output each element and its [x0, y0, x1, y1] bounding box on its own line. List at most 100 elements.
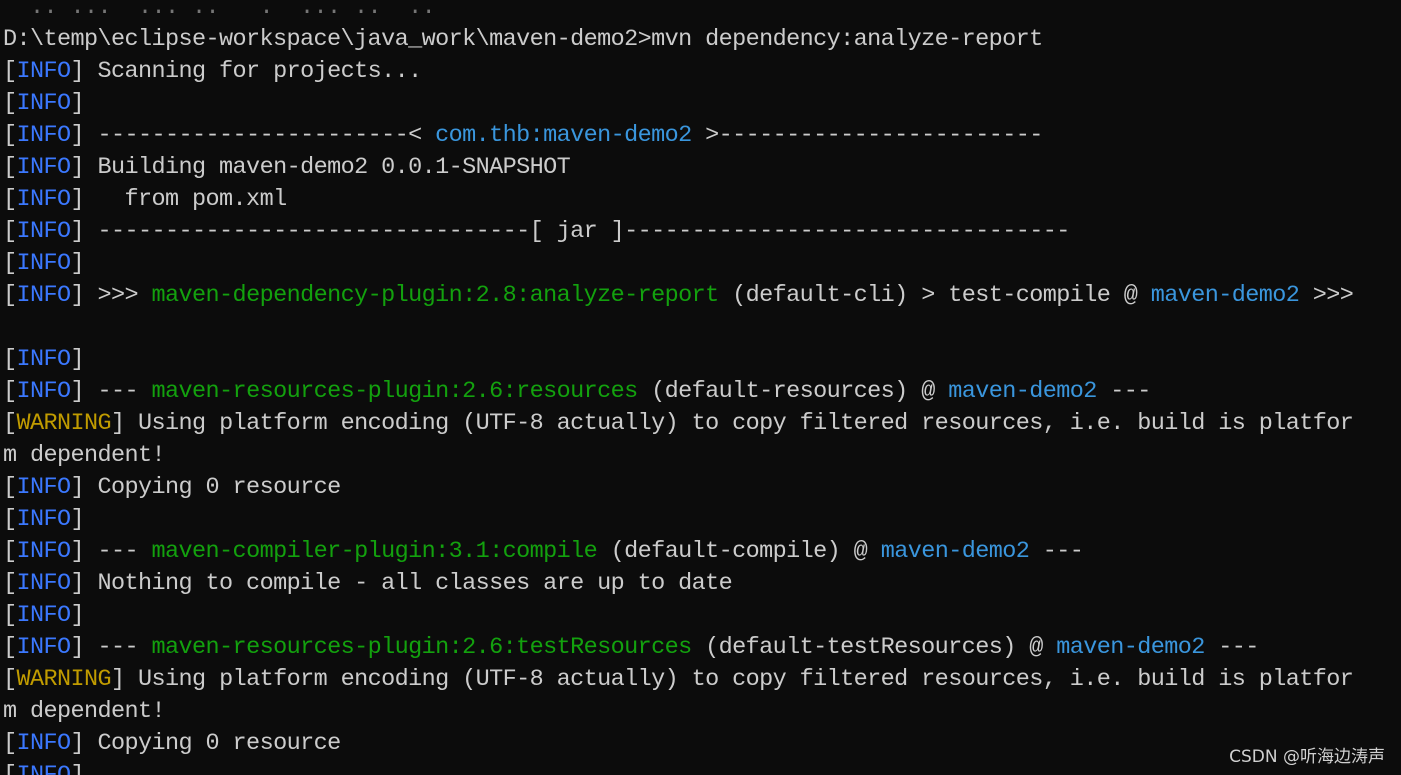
line-text: [: [3, 762, 17, 775]
terminal-line: D:\temp\eclipse-workspace\java_work\mave…: [0, 24, 1401, 56]
plugin-goal: maven-resources-plugin:2.6:resources: [151, 378, 639, 405]
log-level-info: INFO: [16, 186, 72, 213]
project-name: maven-demo2: [1150, 282, 1300, 309]
line-text: [: [3, 474, 17, 501]
terminal-line: [INFO] --------------------------------[…: [0, 216, 1401, 248]
line-text: ] ---: [70, 538, 152, 565]
line-text: [: [3, 186, 17, 213]
terminal-line: m dependent!: [0, 696, 1401, 728]
log-level-info: INFO: [16, 474, 72, 501]
line-text: ]: [70, 90, 85, 117]
line-text: ] Using platform encoding (UTF-8 actuall…: [111, 666, 1354, 693]
terminal-line: [INFO] Nothing to compile - all classes …: [0, 568, 1401, 600]
line-text: [: [3, 90, 17, 117]
line-text: [: [3, 410, 17, 437]
line-text: [: [3, 506, 17, 533]
terminal-line: [INFO]: [0, 600, 1401, 632]
line-text: ]: [70, 346, 85, 373]
line-text: ] Building maven-demo2 0.0.1-SNAPSHOT: [70, 154, 571, 181]
terminal-line: [INFO]: [0, 248, 1401, 280]
log-level-info: INFO: [16, 570, 72, 597]
project-name: maven-demo2: [948, 378, 1097, 405]
line-text: [: [3, 570, 17, 597]
line-text: [: [3, 602, 17, 629]
terminal-line: [INFO] --- maven-resources-plugin:2.6:te…: [0, 632, 1401, 664]
log-level-info: INFO: [16, 602, 72, 629]
terminal-line: [INFO] --- maven-resources-plugin:2.6:re…: [0, 376, 1401, 408]
log-level-info: INFO: [17, 762, 72, 775]
terminal-line: [WARNING] Using platform encoding (UTF-8…: [0, 664, 1401, 696]
terminal-line: [INFO] -----------------------< com.thb:…: [0, 120, 1401, 152]
terminal-line: [INFO] >>> maven-dependency-plugin:2.8:a…: [0, 280, 1401, 312]
log-level-info: INFO: [16, 378, 72, 405]
terminal-line: [INFO]: [0, 504, 1401, 536]
line-text: [: [3, 346, 17, 373]
log-level-info: INFO: [16, 218, 72, 245]
plugin-goal: maven-dependency-plugin:2.8:analyze-repo…: [151, 282, 720, 309]
line-text: ] Scanning for projects...: [70, 58, 423, 85]
line-text: >>>: [1299, 282, 1354, 309]
line-text: (default-compile) @: [597, 538, 881, 565]
line-text: ]: [71, 762, 85, 775]
line-text: ---: [1029, 538, 1084, 565]
terminal-line: [INFO] --- maven-compiler-plugin:3.1:com…: [0, 536, 1401, 568]
line-text: ] -----------------------<: [70, 122, 436, 149]
line-text: [: [3, 58, 17, 85]
line-text: >------------------------: [691, 122, 1043, 149]
line-text: (default-testResources) @: [691, 634, 1057, 661]
line-text: [: [3, 218, 17, 245]
line-text: m dependent!: [3, 442, 166, 469]
log-level-warning: WARNING: [16, 666, 112, 693]
terminal-line: [INFO] Copying 0 resource: [0, 472, 1401, 504]
log-level-info: INFO: [16, 90, 72, 117]
line-text: [: [3, 666, 17, 693]
line-text: D:\temp\eclipse-workspace\java_work\mave…: [3, 26, 1043, 53]
line-text: [: [3, 250, 17, 277]
line-text: [: [3, 122, 17, 149]
plugin-goal: maven-compiler-plugin:3.1:compile: [151, 538, 598, 565]
line-text: ] from pom.xml: [70, 186, 288, 213]
project-name: com.thb:maven-demo2: [435, 122, 692, 149]
line-text: ---: [1204, 634, 1259, 661]
terminal-line: [INFO]: [0, 344, 1401, 376]
terminal-line: [INFO] Copying 0 resource: [0, 728, 1401, 760]
line-text: [: [3, 154, 17, 181]
line-text: ]: [70, 602, 85, 629]
project-name: maven-demo2: [1056, 634, 1205, 661]
terminal-line: [INFO]: [0, 88, 1401, 120]
line-text: ] Using platform encoding (UTF-8 actuall…: [111, 410, 1354, 437]
log-level-info: INFO: [16, 634, 72, 661]
line-text: ] --------------------------------[ jar …: [70, 218, 1071, 245]
terminal-line: [INFO] Scanning for projects...: [0, 56, 1401, 88]
line-text: ] Nothing to compile - all classes are u…: [70, 570, 733, 597]
line-text: [: [3, 282, 17, 309]
line-text: ] Copying 0 resource: [70, 474, 342, 501]
log-level-info: INFO: [16, 730, 72, 757]
log-level-info: INFO: [16, 122, 72, 149]
line-text: [: [3, 538, 17, 565]
line-text: ] Copying 0 resource: [70, 730, 342, 757]
line-text: ---: [1096, 378, 1151, 405]
line-text: [: [3, 730, 17, 757]
plugin-goal: maven-resources-plugin:2.6:testResources: [151, 634, 693, 661]
line-text: ]: [70, 250, 85, 277]
line-text: ] ---: [70, 634, 152, 661]
terminal-line: [INFO] Building maven-demo2 0.0.1-SNAPSH…: [0, 152, 1401, 184]
terminal-line: .. ... ... .. . ... .. ..: [0, 0, 1401, 24]
csdn-watermark: CSDN @听海边涛声: [1229, 747, 1385, 767]
terminal-line: [INFO]: [0, 760, 1401, 775]
line-text: ] >>>: [70, 282, 152, 309]
line-text: m dependent!: [3, 698, 166, 725]
log-level-info: INFO: [16, 506, 72, 533]
line-text: ] ---: [70, 378, 152, 405]
terminal-output[interactable]: .. ... ... .. . ... .. .. D:\temp\eclipse…: [0, 0, 1401, 775]
line-text: [: [3, 378, 17, 405]
project-name: maven-demo2: [880, 538, 1030, 565]
log-level-info: INFO: [16, 154, 72, 181]
terminal-line: [WARNING] Using platform encoding (UTF-8…: [0, 408, 1401, 440]
clipped-text: .. ... ... .. . ... .. ..: [3, 0, 436, 21]
line-text: ]: [70, 506, 85, 533]
line-text: (default-resources) @: [637, 378, 949, 405]
log-level-info: INFO: [16, 346, 72, 373]
